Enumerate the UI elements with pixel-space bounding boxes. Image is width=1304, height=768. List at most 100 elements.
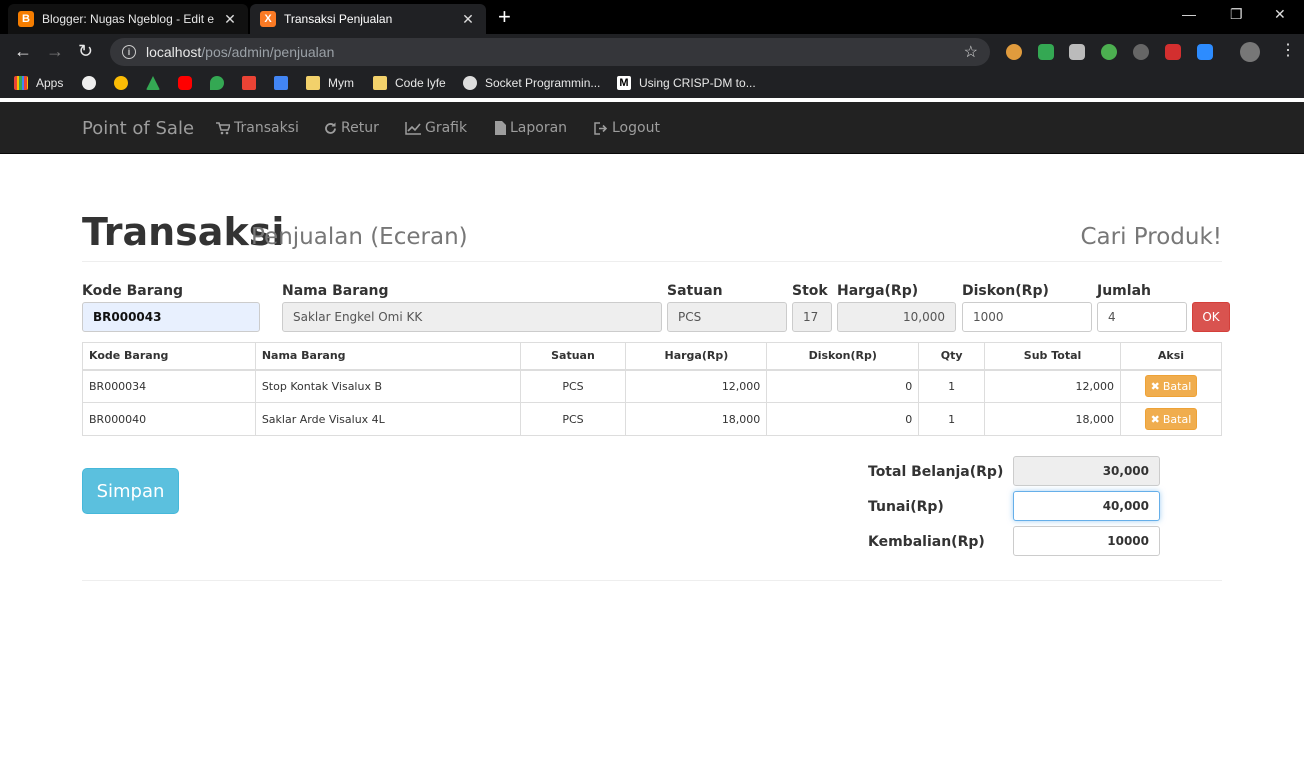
nav-grafik[interactable]: Grafik [405, 120, 467, 136]
shield-extension-icon[interactable] [1038, 44, 1054, 60]
google-translate-icon[interactable] [274, 76, 296, 90]
column-header: Qty [918, 342, 986, 371]
bookmark-apps[interactable]: Apps [14, 76, 63, 90]
bookmark-label: Socket Programmin... [485, 76, 601, 90]
kembalian-label: Kembalian(Rp) [868, 534, 985, 550]
url-host: localhost [146, 44, 202, 60]
address-bar[interactable]: i localhost /pos/admin/penjualan ☆ [110, 38, 990, 66]
nav-retur[interactable]: Retur [324, 120, 379, 136]
extension-icon[interactable] [1133, 44, 1149, 60]
stok-input: 17 [792, 302, 832, 332]
satuan-input: PCS [667, 302, 787, 332]
browser-toolbar: ← → ↻ i localhost /pos/admin/penjualan ☆… [0, 34, 1304, 70]
browser-tab-blogger[interactable]: B Blogger: Nugas Ngeblog - Edit e ✕ [8, 4, 248, 34]
url-path: /pos/admin/penjualan [201, 44, 335, 60]
cell-kode: BR000040 [82, 402, 256, 436]
simpan-button[interactable]: Simpan [82, 468, 179, 514]
line-chart-icon [405, 121, 421, 135]
nav-link-label: Grafik [425, 120, 468, 136]
nav-link-label: Logout [612, 120, 660, 136]
reload-icon[interactable]: ↻ [78, 42, 93, 60]
close-icon[interactable]: ✕ [460, 11, 476, 28]
harga-label: Harga(Rp) [837, 283, 919, 299]
table-row: BR000040 Saklar Arde Visalux 4L PCS 18,0… [82, 402, 1223, 436]
diskon-input[interactable]: 1000 [962, 302, 1092, 332]
batal-button[interactable]: ✖ Batal [1144, 375, 1198, 398]
cell-aksi: ✖ Batal [1119, 402, 1223, 436]
globe-extension-icon[interactable] [1101, 44, 1117, 60]
cell-nama: Stop Kontak Visalux B [254, 369, 521, 403]
jumlah-input[interactable]: 4 [1097, 302, 1187, 332]
restore-icon[interactable]: ❐ [1230, 6, 1243, 23]
avatar[interactable] [1240, 42, 1260, 62]
cell-diskon: 0 [766, 369, 920, 403]
cell-aksi: ✖ Batal [1119, 369, 1223, 403]
bookmark-socket-programming[interactable]: Socket Programmin... [463, 76, 600, 90]
cell-nama: Saklar Arde Visalux 4L [254, 402, 521, 436]
column-header: Aksi [1119, 342, 1223, 371]
batal-label: Batal [1162, 412, 1192, 426]
folder-icon [373, 76, 387, 90]
gmail-icon[interactable] [242, 76, 264, 90]
extension-icon[interactable] [1006, 44, 1022, 60]
info-icon[interactable]: i [122, 45, 136, 59]
bookmark-star-icon[interactable]: ☆ [964, 42, 978, 62]
tunai-input[interactable]: 40,000 [1013, 491, 1160, 521]
bookmark-label: Code lyfe [395, 76, 446, 90]
nav-laporan[interactable]: Laporan [495, 120, 567, 136]
back-icon[interactable]: ← [14, 42, 32, 60]
apps-grid-icon [14, 76, 28, 90]
times-icon: ✖ [1150, 379, 1160, 393]
globe-icon[interactable] [82, 76, 104, 90]
column-header: Satuan [519, 342, 627, 371]
bookmark-code-lyfe[interactable]: Code lyfe [373, 76, 446, 90]
zoom-icon[interactable] [1197, 44, 1213, 60]
brand-link[interactable]: Point of Sale [82, 118, 194, 139]
google-maps-icon[interactable] [210, 76, 232, 90]
nav-transaksi[interactable]: Transaksi [216, 120, 299, 136]
nav-logout[interactable]: Logout [594, 120, 660, 136]
batal-button[interactable]: ✖ Batal [1144, 408, 1198, 430]
column-header: Nama Barang [254, 342, 521, 371]
cell-harga: 18,000 [625, 402, 768, 436]
column-header: Diskon(Rp) [766, 342, 920, 371]
minimize-icon[interactable]: — [1182, 6, 1196, 22]
ok-button[interactable]: OK [1192, 302, 1230, 332]
bookmark-label: Using CRISP-DM to... [639, 76, 756, 90]
kembalian-input: 10000 [1013, 526, 1160, 556]
chat-extension-icon[interactable] [1069, 44, 1085, 60]
youtube-icon[interactable] [178, 76, 200, 90]
new-tab-button[interactable]: + [498, 6, 511, 28]
google-drive-icon[interactable] [146, 76, 168, 90]
window-close-icon[interactable]: ✕ [1274, 6, 1286, 23]
times-icon: ✖ [1150, 412, 1160, 426]
nav-link-label: Transaksi [234, 120, 299, 136]
total-belanja-label: Total Belanja(Rp) [868, 464, 1004, 480]
menu-kebab-icon[interactable]: ⋮ [1280, 42, 1296, 60]
bookmark-mym[interactable]: Mym [306, 76, 354, 90]
nav-link-label: Retur [341, 120, 379, 136]
ublock-icon[interactable] [1165, 44, 1181, 60]
column-header: Sub Total [984, 342, 1121, 371]
blogger-icon: B [18, 11, 34, 27]
tunai-label: Tunai(Rp) [868, 499, 944, 515]
browser-tab-transaksi[interactable]: X Transaksi Penjualan ✕ [250, 4, 486, 34]
diskon-label: Diskon(Rp) [962, 283, 1049, 299]
cell-satuan: PCS [519, 369, 627, 403]
kode-barang-input[interactable]: BR000043 [82, 302, 260, 332]
cart-icon [216, 121, 230, 134]
file-icon [495, 121, 506, 135]
close-icon[interactable]: ✕ [222, 11, 238, 28]
app-navbar: Point of Sale Transaksi Retur Grafik Lap… [0, 102, 1304, 154]
bookmarks-bar: Apps Mym Code lyfe Socket Programmin... … [0, 70, 1304, 98]
cart-table: Kode Barang Nama Barang Satuan Harga(Rp)… [82, 342, 1223, 436]
logout-icon [594, 121, 608, 135]
cell-subtotal: 12,000 [984, 369, 1121, 403]
bookmark-crisp-dm[interactable]: M Using CRISP-DM to... [617, 76, 756, 90]
star-multicolor-icon[interactable] [114, 76, 136, 90]
nama-barang-input: Saklar Engkel Omi KK [282, 302, 662, 332]
satuan-label: Satuan [667, 283, 723, 299]
table-row: BR000034 Stop Kontak Visalux B PCS 12,00… [82, 369, 1223, 403]
forward-icon[interactable]: → [46, 42, 64, 60]
column-header: Kode Barang [82, 342, 256, 371]
